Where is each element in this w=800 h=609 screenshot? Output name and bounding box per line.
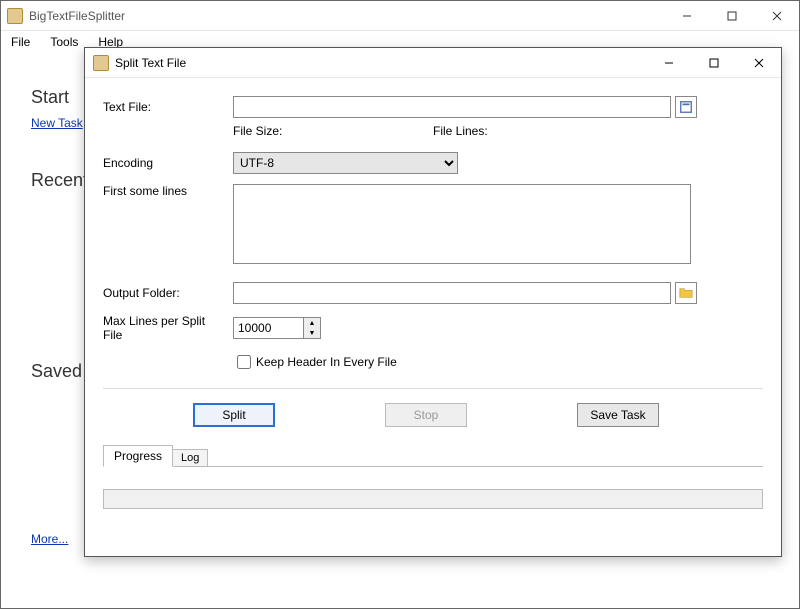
dialog-close-button[interactable] (736, 48, 781, 78)
keep-header-row: Keep Header In Every File (103, 352, 763, 372)
output-folder-input[interactable] (233, 282, 671, 304)
encoding-select[interactable]: UTF-8 (233, 152, 458, 174)
stop-button[interactable]: Stop (385, 403, 467, 427)
spinner-buttons: ▲ ▼ (303, 317, 321, 339)
file-size-label: File Size: (233, 124, 433, 138)
first-lines-row: First some lines (103, 184, 763, 264)
minimize-button[interactable] (664, 1, 709, 31)
keep-header-checkbox[interactable] (237, 355, 251, 369)
dialog-window-controls (646, 48, 781, 78)
split-dialog: Split Text File Text File: File Size: Fi… (84, 47, 782, 557)
first-lines-textarea[interactable] (233, 184, 691, 264)
text-file-row: Text File: (103, 96, 763, 118)
dialog-icon (93, 55, 109, 71)
divider (103, 388, 763, 389)
main-window-controls (664, 1, 799, 31)
encoding-label: Encoding (103, 156, 233, 170)
tab-progress[interactable]: Progress (103, 445, 173, 467)
output-folder-label: Output Folder: (103, 286, 233, 300)
text-file-label: Text File: (103, 100, 233, 114)
keep-header-label: Keep Header In Every File (256, 355, 397, 369)
close-button[interactable] (754, 1, 799, 31)
text-file-input[interactable] (233, 96, 671, 118)
dialog-body: Text File: File Size: File Lines: Encodi… (85, 78, 781, 517)
menu-file[interactable]: File (7, 33, 34, 51)
file-info-row: File Size: File Lines: (103, 124, 763, 138)
save-task-button[interactable]: Save Task (577, 403, 659, 427)
spinner-up-button[interactable]: ▲ (304, 318, 320, 328)
first-lines-label: First some lines (103, 184, 233, 198)
output-folder-row: Output Folder: (103, 282, 763, 304)
tab-log[interactable]: Log (172, 449, 208, 466)
dialog-minimize-button[interactable] (646, 48, 691, 78)
button-row: Split Stop Save Task (103, 403, 763, 427)
dialog-maximize-button[interactable] (691, 48, 736, 78)
main-titlebar: BigTextFileSplitter (1, 1, 799, 31)
menu-tools[interactable]: Tools (46, 33, 82, 51)
max-lines-spinner: ▲ ▼ (233, 317, 321, 339)
max-lines-input[interactable] (233, 317, 303, 339)
app-icon (7, 8, 23, 24)
output-folder-browse-button[interactable] (675, 282, 697, 304)
main-title: BigTextFileSplitter (29, 9, 664, 23)
folder-icon (679, 286, 693, 300)
dialog-titlebar: Split Text File (85, 48, 781, 78)
tabs: Progress Log (103, 445, 763, 467)
file-lines-label: File Lines: (433, 124, 488, 138)
max-lines-row: Max Lines per Split File ▲ ▼ (103, 314, 763, 342)
encoding-row: Encoding UTF-8 (103, 152, 763, 174)
max-lines-label: Max Lines per Split File (103, 314, 233, 342)
text-file-browse-button[interactable] (675, 96, 697, 118)
maximize-button[interactable] (709, 1, 754, 31)
file-browse-icon (679, 100, 693, 114)
spinner-down-button[interactable]: ▼ (304, 328, 320, 338)
split-button[interactable]: Split (193, 403, 275, 427)
dialog-title: Split Text File (115, 56, 646, 70)
progress-bar (103, 489, 763, 509)
